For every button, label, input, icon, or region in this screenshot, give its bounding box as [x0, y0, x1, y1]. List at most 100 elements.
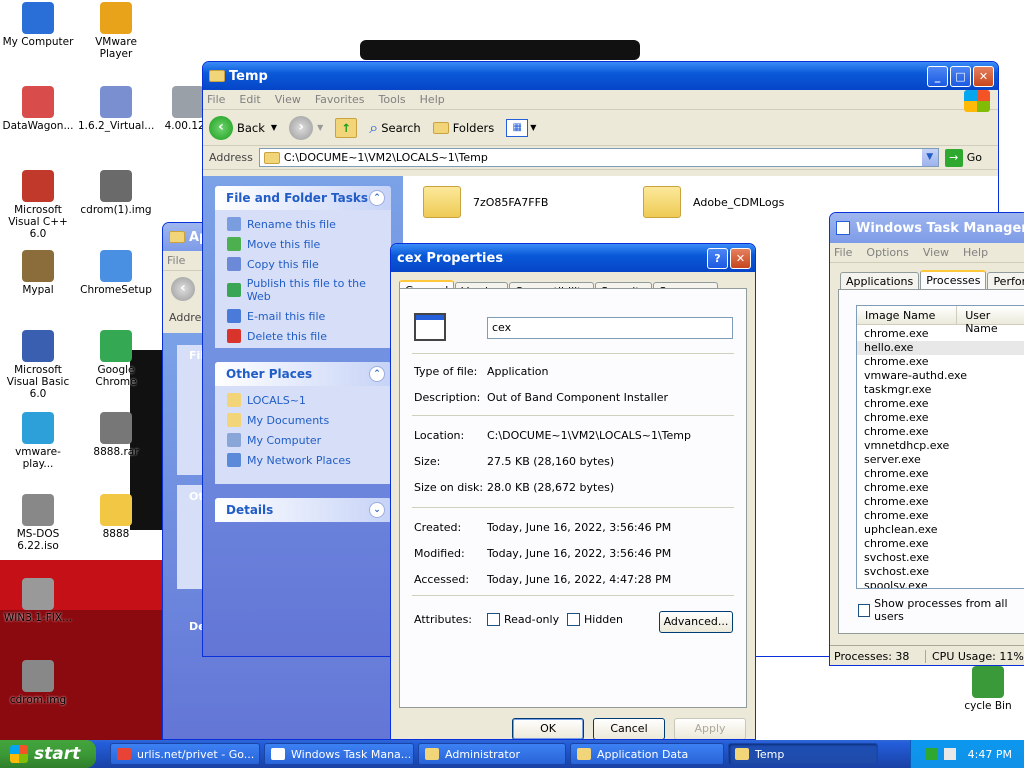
- advanced-button[interactable]: Advanced...: [659, 611, 733, 633]
- desktop-icon[interactable]: cdrom.img: [0, 660, 76, 706]
- hidden-checkbox[interactable]: [567, 613, 580, 626]
- collapse-chevron-icon[interactable]: ⌃: [369, 190, 385, 206]
- readonly-attribute[interactable]: Read-only: [487, 613, 559, 626]
- tab-processes[interactable]: Processes: [920, 270, 987, 291]
- other-places-header[interactable]: Other Places ⌃: [215, 362, 391, 386]
- place-link[interactable]: My Documents: [215, 410, 391, 430]
- desktop-icon[interactable]: MS-DOS 6.22.iso: [0, 494, 76, 552]
- menu-view[interactable]: View: [923, 246, 949, 259]
- place-link[interactable]: LOCALS~1: [215, 390, 391, 410]
- start-button[interactable]: start: [0, 740, 96, 768]
- desktop-icon[interactable]: My Computer: [0, 2, 76, 48]
- window-title-bar[interactable]: Temp _ □ ✕: [203, 62, 998, 90]
- desktop-icon[interactable]: Microsoft Visual Basic 6.0: [0, 330, 76, 400]
- place-link[interactable]: My Network Places: [215, 450, 391, 470]
- desktop-icon[interactable]: 8888: [78, 494, 154, 540]
- desktop-icon[interactable]: DataWagon...: [0, 86, 76, 132]
- properties-dialog[interactable]: cex Properties ? ✕ GeneralVersionCompati…: [390, 243, 756, 740]
- go-button[interactable]: → Go: [944, 148, 982, 167]
- desktop-icon[interactable]: Google Chrome: [78, 330, 154, 388]
- process-row[interactable]: chrome.exe: [857, 411, 1024, 425]
- desktop-icon[interactable]: Mypal: [0, 250, 76, 296]
- menu-edit[interactable]: Edit: [239, 93, 260, 106]
- maximize-button[interactable]: □: [950, 65, 971, 87]
- menu-file[interactable]: File: [167, 254, 185, 267]
- close-button[interactable]: ✕: [973, 65, 994, 87]
- process-list[interactable]: Image Name User Name chrome.exe hello.exe…: [856, 305, 1024, 589]
- back-arrow-icon[interactable]: ‹: [171, 277, 195, 301]
- process-row[interactable]: chrome.exe: [857, 537, 1024, 551]
- menu-options[interactable]: Options: [866, 246, 908, 259]
- process-row[interactable]: vmnetdhcp.exe: [857, 439, 1024, 453]
- process-row[interactable]: svchost.exe: [857, 565, 1024, 579]
- back-button[interactable]: ‹ Back ▼: [209, 115, 277, 140]
- col-user-name[interactable]: User Name: [957, 306, 1024, 335]
- address-input[interactable]: C:\DOCUME~1\VM2\LOCALS~1\Temp ▼: [258, 148, 939, 167]
- menu-tools[interactable]: Tools: [379, 93, 406, 106]
- menu-favorites[interactable]: Favorites: [315, 93, 365, 106]
- task-link[interactable]: Move this file: [215, 234, 391, 254]
- process-row[interactable]: spoolsv.exe: [857, 579, 1024, 588]
- expand-chevron-icon[interactable]: ⌄: [369, 502, 385, 518]
- task-link[interactable]: Copy this file: [215, 254, 391, 274]
- process-row[interactable]: chrome.exe: [857, 425, 1024, 439]
- up-folder-button[interactable]: ↑: [335, 117, 358, 138]
- task-link[interactable]: Rename this file: [215, 214, 391, 234]
- desktop-icon[interactable]: Microsoft Visual C++ 6.0: [0, 170, 76, 240]
- close-button[interactable]: ✕: [730, 247, 751, 269]
- details-header[interactable]: Details ⌄: [215, 498, 391, 522]
- process-row[interactable]: chrome.exe: [857, 327, 1024, 341]
- forward-button[interactable]: › ▼: [289, 115, 323, 140]
- network-icon[interactable]: [925, 748, 938, 760]
- task-manager-window[interactable]: Windows Task Manager File Options View Help…: [829, 212, 1024, 666]
- help-button[interactable]: ?: [707, 247, 728, 269]
- taskbar-button[interactable]: urlis.net/privet - Go...: [110, 743, 260, 765]
- process-row[interactable]: chrome.exe: [857, 467, 1024, 481]
- readonly-checkbox[interactable]: [487, 613, 500, 626]
- desktop-icon[interactable]: VMware Player: [78, 2, 154, 60]
- views-button[interactable]: ▦ ▼: [506, 118, 536, 137]
- apply-button[interactable]: Apply: [674, 718, 746, 739]
- process-row[interactable]: chrome.exe: [857, 509, 1024, 523]
- process-row[interactable]: uphclean.exe: [857, 523, 1024, 537]
- menu-view[interactable]: View: [275, 93, 301, 106]
- file-name-input[interactable]: cex: [487, 317, 733, 339]
- file-folder-tasks-header[interactable]: File and Folder Tasks ⌃: [215, 186, 391, 210]
- process-row[interactable]: svchost.exe: [857, 551, 1024, 565]
- dialog-title-bar[interactable]: cex Properties ? ✕: [391, 244, 755, 272]
- address-dropdown-icon[interactable]: ▼: [921, 149, 938, 166]
- desktop-icon[interactable]: 8888.rar: [78, 412, 154, 458]
- desktop-icon[interactable]: WIN3.1-FIX...: [0, 578, 76, 624]
- search-button[interactable]: ⌕ Search: [369, 118, 420, 138]
- menu-help[interactable]: Help: [963, 246, 988, 259]
- process-row[interactable]: taskmgr.exe: [857, 383, 1024, 397]
- menu-help[interactable]: Help: [420, 93, 445, 106]
- clock[interactable]: 4:47 PM: [968, 748, 1012, 761]
- hidden-attribute[interactable]: Hidden: [567, 613, 623, 626]
- menu-file[interactable]: File: [207, 93, 225, 106]
- volume-icon[interactable]: [943, 748, 956, 760]
- task-link[interactable]: E-mail this file: [215, 306, 391, 326]
- ok-button[interactable]: OK: [512, 718, 584, 739]
- process-row[interactable]: vmware-authd.exe: [857, 369, 1024, 383]
- window-title-bar[interactable]: Windows Task Manager: [830, 213, 1024, 243]
- file-item[interactable]: 7zO85FA7FFB: [423, 186, 548, 218]
- folders-button[interactable]: Folders: [432, 121, 494, 135]
- taskbar-button[interactable]: Application Data: [570, 743, 724, 765]
- desktop-icon[interactable]: cdrom(1).img: [78, 170, 154, 216]
- taskbar-button[interactable]: Administrator: [418, 743, 566, 765]
- file-item[interactable]: Adobe_CDMLogs: [643, 186, 784, 218]
- show-all-processes[interactable]: Show processes from all users: [858, 597, 1024, 623]
- taskbar-button[interactable]: Temp: [728, 743, 878, 765]
- taskbar-button[interactable]: Windows Task Mana...: [264, 743, 414, 765]
- collapse-chevron-icon[interactable]: ⌃: [369, 366, 385, 382]
- task-link[interactable]: Delete this file: [215, 326, 391, 346]
- col-image-name[interactable]: Image Name: [857, 306, 958, 324]
- desktop-icon[interactable]: 1.6.2_Virtual...: [78, 86, 154, 132]
- task-link[interactable]: Publish this file to the Web: [215, 274, 391, 306]
- cancel-button[interactable]: Cancel: [593, 718, 665, 739]
- place-link[interactable]: My Computer: [215, 430, 391, 450]
- desktop-icon[interactable]: vmware-play...: [0, 412, 76, 470]
- minimize-button[interactable]: _: [927, 65, 948, 87]
- process-row[interactable]: chrome.exe: [857, 355, 1024, 369]
